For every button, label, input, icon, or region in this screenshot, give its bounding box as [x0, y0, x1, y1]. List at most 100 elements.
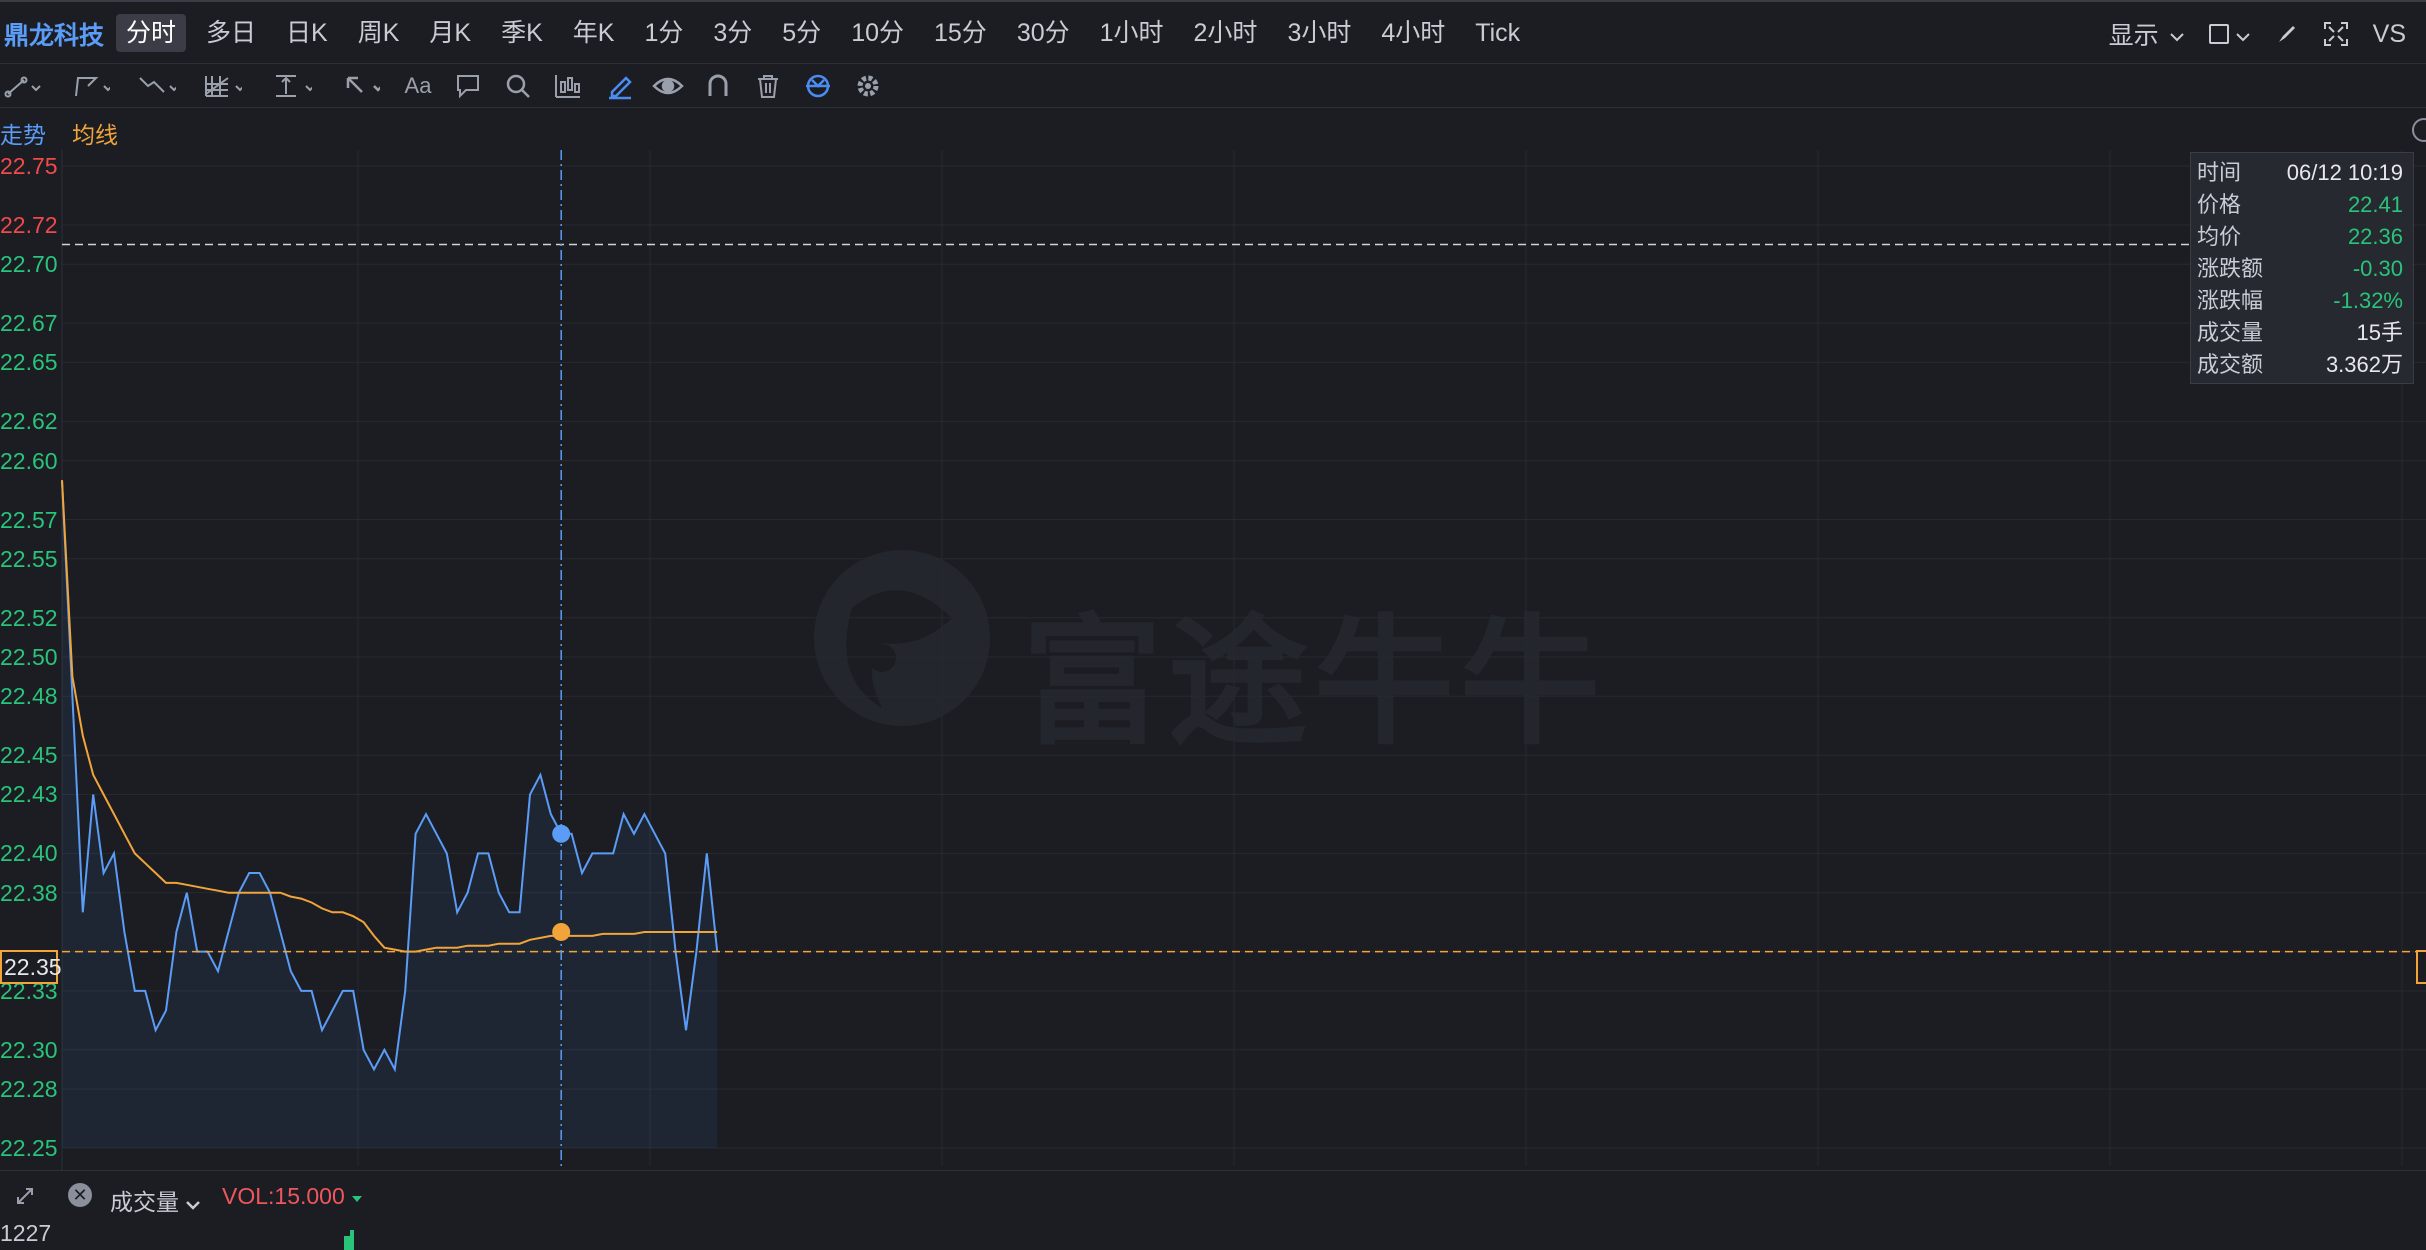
- y-axis-label: 22.72: [0, 211, 58, 238]
- brush-icon[interactable]: [2275, 22, 2299, 46]
- y-axis-label: 22.28: [0, 1076, 58, 1103]
- caret-down-icon: [351, 1183, 363, 1209]
- y-axis-label: 22.43: [0, 781, 58, 808]
- info-key: 价格: [2197, 192, 2242, 217]
- sync-icon[interactable]: [798, 70, 838, 102]
- info-row: 涨跌幅 -1.32%: [2197, 285, 2403, 317]
- info-row: 时间 06/12 10:19: [2197, 157, 2403, 189]
- tab-period[interactable]: 年K: [563, 14, 625, 52]
- info-value: 15手: [2356, 320, 2403, 345]
- polyline-tool-icon[interactable]: [70, 70, 110, 102]
- info-row: 成交额 3.362万: [2197, 349, 2403, 381]
- stock-name[interactable]: 鼎龙科技: [4, 16, 104, 52]
- tab-period[interactable]: 30分: [1007, 14, 1080, 52]
- grid-tool-icon[interactable]: [202, 70, 242, 102]
- magnet-icon[interactable]: [698, 70, 738, 102]
- y-axis-label: 22.38: [0, 879, 58, 906]
- tab-period[interactable]: 15分: [924, 14, 997, 52]
- info-key: 涨跌额: [2197, 256, 2264, 281]
- chart-settings-icon[interactable]: [2412, 118, 2426, 142]
- legend-ma[interactable]: 均线: [72, 116, 118, 150]
- tab-period[interactable]: 日K: [276, 14, 338, 52]
- fullscreen-icon[interactable]: [2323, 21, 2349, 47]
- y-axis-label: 22.67: [0, 310, 58, 337]
- volume-bar: [350, 1230, 354, 1250]
- drawing-toolbar: Aa: [0, 64, 2426, 108]
- y-axis-label: 22.45: [0, 742, 58, 769]
- close-icon[interactable]: ✕: [68, 1183, 92, 1207]
- tab-period[interactable]: 4小时: [1371, 14, 1455, 52]
- current-price-badge: 22.35: [0, 950, 62, 984]
- info-key: 成交额: [2197, 352, 2264, 377]
- right-tools: 显示 VS: [2085, 14, 2406, 54]
- display-dropdown[interactable]: 显示: [2109, 16, 2185, 52]
- y-axis-label: 22.62: [0, 408, 58, 435]
- y-axis-label: 22.55: [0, 545, 58, 572]
- y-axis-label: 22.40: [0, 840, 58, 867]
- y-axis-label: 22.25: [0, 1135, 58, 1161]
- volume-value-label: VOL:15.000: [222, 1183, 345, 1209]
- info-key: 时间: [2197, 160, 2242, 185]
- tab-period[interactable]: 10分: [841, 14, 914, 52]
- display-label: 显示: [2108, 22, 2159, 50]
- search-icon[interactable]: [498, 70, 538, 102]
- y-axis-label: 22.75: [0, 153, 58, 179]
- gear-icon[interactable]: [848, 70, 888, 102]
- info-value: -0.30: [2352, 256, 2403, 281]
- price-chart[interactable]: [0, 150, 2426, 1170]
- line-tool-icon[interactable]: [2, 70, 42, 102]
- tab-period[interactable]: 1分: [634, 14, 693, 52]
- crosshair-avg-dot: [552, 922, 571, 941]
- tab-period[interactable]: 2小时: [1184, 14, 1268, 52]
- trash-icon[interactable]: [748, 70, 788, 102]
- tab-period[interactable]: 月K: [419, 14, 481, 52]
- checkbox-dropdown[interactable]: [2208, 20, 2251, 49]
- y-axis-label: 22.50: [0, 644, 58, 670]
- arrow-tool-icon[interactable]: [340, 70, 380, 102]
- tab-period[interactable]: Tick: [1465, 14, 1530, 52]
- comment-icon[interactable]: [448, 70, 488, 102]
- info-value: 22.41: [2347, 192, 2403, 217]
- tab-period[interactable]: 季K: [491, 14, 553, 52]
- volume-value[interactable]: VOL:15.000: [222, 1183, 363, 1210]
- eye-icon[interactable]: [648, 70, 688, 102]
- wave-tool-icon[interactable]: [136, 70, 176, 102]
- tab-period[interactable]: 3分: [703, 14, 762, 52]
- tab-period[interactable]: 5分: [772, 14, 831, 52]
- tab-period[interactable]: 周K: [348, 14, 410, 52]
- tab-period[interactable]: 1小时: [1090, 14, 1174, 52]
- right-price-badge: [2416, 950, 2426, 984]
- text-tool-icon[interactable]: Aa: [398, 70, 438, 102]
- info-key: 涨跌幅: [2197, 288, 2264, 313]
- y-axis-label: 22.57: [0, 506, 58, 533]
- volume-name: 成交量: [110, 1189, 179, 1215]
- volume-header: ✕ 成交量 VOL:15.000: [0, 1170, 2426, 1222]
- tab-period[interactable]: 多日: [196, 14, 266, 52]
- info-row: 价格 22.41: [2197, 189, 2403, 221]
- chevron-down-icon: [2235, 20, 2251, 49]
- volume-indicator-dropdown[interactable]: 成交量: [110, 1183, 201, 1217]
- info-row: 均价 22.36: [2197, 221, 2403, 253]
- top-toolbar: 鼎龙科技 分时 多日 日K 周K 月K 季K 年K 1分 3分 5分 10分 15分 30分 1小时 2小时…: [0, 0, 2426, 64]
- price-area: [62, 480, 718, 1148]
- expand-icon[interactable]: [14, 1185, 36, 1213]
- info-value: -1.32%: [2333, 288, 2403, 313]
- volume-scale-label: 1227: [0, 1220, 52, 1246]
- fib-tool-icon[interactable]: [272, 70, 312, 102]
- pen-icon[interactable]: [600, 70, 640, 102]
- crosshair-price-dot: [552, 824, 571, 843]
- chevron-down-icon: [2169, 20, 2185, 49]
- chart-tool-icon[interactable]: [548, 70, 588, 102]
- checkbox-icon: [2208, 24, 2229, 44]
- tab-period[interactable]: 3小时: [1277, 14, 1361, 52]
- vs-button[interactable]: VS: [2373, 20, 2406, 49]
- tab-period[interactable]: 分时: [116, 14, 187, 52]
- info-tooltip: 时间 06/12 10:19 价格 22.41 均价 22.36 涨跌额 -0.30 涨跌幅 -1…: [2190, 152, 2414, 384]
- y-axis-label: 22.52: [0, 604, 58, 631]
- info-row: 涨跌额 -0.30: [2197, 253, 2403, 285]
- info-value: 3.362万: [2325, 352, 2403, 377]
- y-axis-label: 22.48: [0, 683, 58, 710]
- info-row: 成交量 15手: [2197, 317, 2403, 349]
- info-value: 22.36: [2347, 224, 2403, 249]
- legend-trend[interactable]: 走势: [0, 116, 46, 150]
